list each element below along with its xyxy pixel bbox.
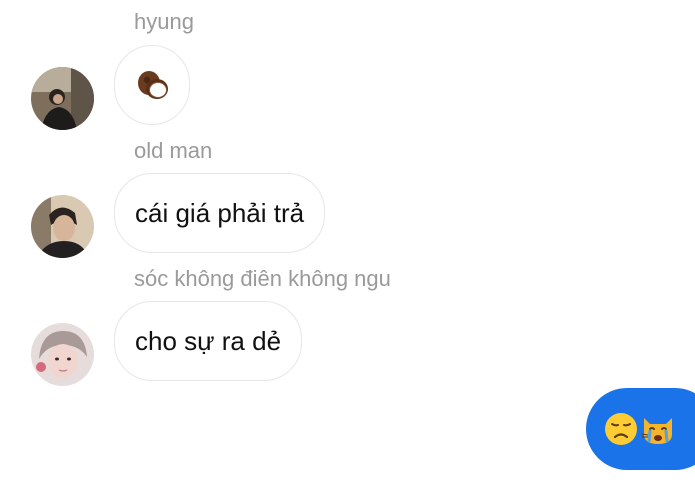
crying-cat-icon xyxy=(640,412,676,446)
chat-thread[interactable]: hyung old man cái giá phải trả sóc không… xyxy=(0,0,695,489)
avatar[interactable] xyxy=(31,67,94,130)
sender-name: hyung xyxy=(134,9,194,34)
message-bubble[interactable] xyxy=(114,45,190,125)
sender-name: old man xyxy=(134,138,213,163)
avatar[interactable] xyxy=(31,195,94,258)
message-text: cái giá phải trả xyxy=(135,197,305,228)
my-message-bubble[interactable] xyxy=(586,388,695,470)
avatar[interactable] xyxy=(31,323,94,386)
coconut-emoji-icon xyxy=(134,69,170,101)
message-bubble[interactable]: cái giá phải trả xyxy=(114,173,326,253)
disappointed-face-icon xyxy=(604,412,638,446)
sender-name: sóc không điên không ngu xyxy=(134,266,391,291)
message-text: cho sự ra dẻ xyxy=(135,325,282,356)
message-bubble[interactable]: cho sự ra dẻ xyxy=(114,301,303,381)
